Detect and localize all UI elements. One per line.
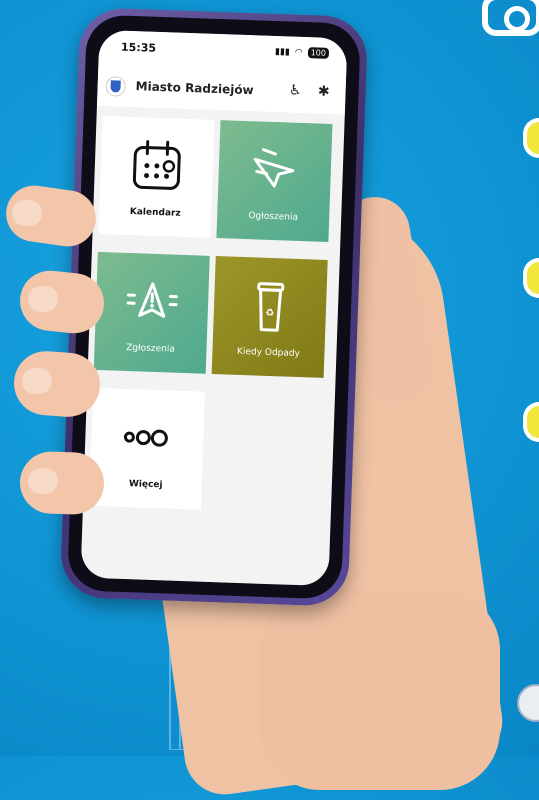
yellow-bubble-decoration [523, 258, 539, 298]
phone-screen: 15:35 ▮▮▮ ◠ 100 Miasto Radziejów ♿ ✱ [80, 30, 347, 586]
yellow-bubble-decoration [523, 118, 539, 158]
ball-decoration [517, 684, 539, 722]
tile-label: Ogłoszenia [217, 210, 329, 224]
alert-icon [121, 273, 183, 331]
instagram-icon [482, 0, 539, 36]
city-logo-icon[interactable] [105, 76, 126, 97]
battery-icon: 100 [307, 47, 329, 59]
yellow-bubble-decoration [523, 402, 539, 442]
trash-bin-icon: ♻ [239, 277, 301, 335]
tile-label: Kiedy Odpady [212, 346, 324, 360]
status-time: 15:35 [121, 41, 156, 55]
status-icons: ▮▮▮ ◠ 100 [275, 46, 329, 59]
tile-label: Kalendarz [99, 206, 211, 220]
settings-gear-icon[interactable]: ✱ [318, 83, 330, 99]
signal-icon: ▮▮▮ [275, 46, 290, 57]
tile-label: Zgłoszenia [94, 342, 206, 356]
wifi-icon: ◠ [295, 47, 303, 57]
accessibility-icon[interactable]: ♿ [289, 82, 302, 98]
svg-text:♻: ♻ [265, 308, 274, 319]
hand-fingernail [22, 368, 52, 394]
tile-zgloszenia[interactable]: Zgłoszenia [94, 252, 210, 374]
phone-device: 15:35 ▮▮▮ ◠ 100 Miasto Radziejów ♿ ✱ [60, 7, 368, 607]
tile-kiedy-odpady[interactable]: ♻ Kiedy Odpady [212, 256, 328, 378]
more-icon [116, 409, 178, 467]
tile-label: Więcej [90, 478, 202, 492]
tile-ogloszenia[interactable]: Ogłoszenia [216, 120, 332, 242]
app-bar: Miasto Radziejów ♿ ✱ [97, 66, 346, 115]
tile-wiecej[interactable]: Więcej [89, 388, 205, 510]
app-title: Miasto Radziejów [135, 79, 253, 97]
megaphone-icon [244, 141, 306, 199]
tile-kalendarz[interactable]: Kalendarz [98, 116, 214, 238]
hand-fingernail [28, 468, 58, 494]
hand-wrist [260, 590, 500, 790]
hand-fingernail [28, 286, 58, 312]
calendar-icon [126, 137, 188, 195]
hand-fingernail [12, 200, 42, 226]
